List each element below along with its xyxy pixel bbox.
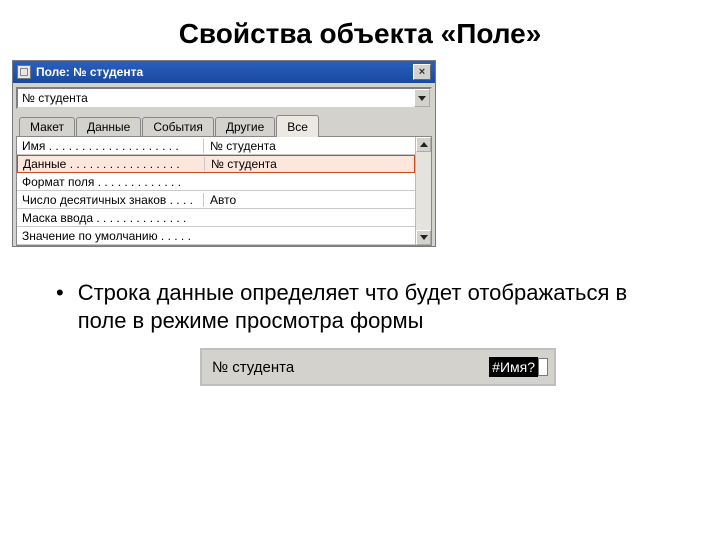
property-label: Маска ввода . . . . . . . . . . . . . . bbox=[17, 211, 203, 225]
scroll-up-button[interactable] bbox=[416, 137, 431, 152]
tab-events[interactable]: События bbox=[142, 117, 214, 136]
dropdown-button[interactable] bbox=[414, 89, 430, 107]
properties-window: Поле: № студента × № студента Макет Данн… bbox=[12, 60, 436, 247]
property-row[interactable]: Маска ввода . . . . . . . . . . . . . . bbox=[17, 209, 415, 227]
tab-layout[interactable]: Макет bbox=[19, 117, 75, 136]
property-label: Имя . . . . . . . . . . . . . . . . . . … bbox=[17, 139, 203, 153]
properties-grid: Имя . . . . . . . . . . . . . . . . . . … bbox=[16, 137, 432, 246]
tab-label: Данные bbox=[87, 120, 130, 134]
tab-label: События bbox=[153, 120, 203, 134]
property-row[interactable]: Имя . . . . . . . . . . . . . . . . . . … bbox=[17, 137, 415, 155]
preview-trailing-box bbox=[538, 358, 548, 376]
scroll-track[interactable] bbox=[416, 152, 431, 230]
scroll-down-button[interactable] bbox=[416, 230, 431, 245]
property-value[interactable]: № студента bbox=[203, 139, 415, 153]
chevron-down-icon bbox=[418, 96, 426, 101]
property-row[interactable]: Значение по умолчанию . . . . . bbox=[17, 227, 415, 245]
preview-label: № студента bbox=[212, 359, 489, 376]
chevron-down-icon bbox=[420, 235, 428, 240]
close-button[interactable]: × bbox=[413, 64, 431, 80]
window-title: Поле: № студента bbox=[36, 65, 143, 79]
preview-value: #Имя? bbox=[489, 357, 538, 377]
property-label: Формат поля . . . . . . . . . . . . . bbox=[17, 175, 203, 189]
property-label: Число десятичных знаков . . . . bbox=[17, 193, 203, 207]
property-label: Данные . . . . . . . . . . . . . . . . . bbox=[18, 157, 204, 171]
bullet-content: Строка данные определяет что будет отобр… bbox=[78, 279, 680, 334]
property-row[interactable]: Число десятичных знаков . . . . Авто bbox=[17, 191, 415, 209]
tab-all[interactable]: Все bbox=[276, 115, 319, 137]
tab-strip: Макет Данные События Другие Все bbox=[16, 115, 432, 137]
tab-label: Макет bbox=[30, 120, 64, 134]
dropdown-value: № студента bbox=[18, 91, 414, 105]
window-titlebar: Поле: № студента × bbox=[13, 61, 435, 83]
bullet-icon: • bbox=[56, 279, 64, 334]
scrollbar[interactable] bbox=[415, 137, 431, 245]
form-field-preview: № студента #Имя? bbox=[200, 348, 556, 386]
bullet-item: • Строка данные определяет что будет ото… bbox=[56, 279, 680, 334]
tab-label: Все bbox=[287, 120, 308, 134]
tab-label: Другие bbox=[226, 120, 264, 134]
property-label: Значение по умолчанию . . . . . bbox=[17, 229, 203, 243]
slide-title: Свойства объекта «Поле» bbox=[0, 18, 720, 50]
property-value[interactable]: № студента bbox=[204, 157, 414, 171]
chevron-up-icon bbox=[420, 142, 428, 147]
tab-data[interactable]: Данные bbox=[76, 117, 141, 136]
object-selector-dropdown[interactable]: № студента bbox=[16, 87, 432, 109]
property-row[interactable]: Формат поля . . . . . . . . . . . . . bbox=[17, 173, 415, 191]
tab-other[interactable]: Другие bbox=[215, 117, 275, 136]
property-row-highlighted[interactable]: Данные . . . . . . . . . . . . . . . . .… bbox=[17, 155, 415, 173]
property-value[interactable]: Авто bbox=[203, 193, 415, 207]
window-icon bbox=[17, 65, 31, 79]
